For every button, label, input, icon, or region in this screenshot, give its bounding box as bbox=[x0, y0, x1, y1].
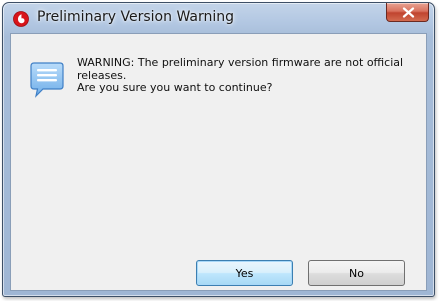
message-line: Are you sure you want to continue? bbox=[77, 81, 273, 94]
dialog-content: WARNING: The preliminary version firmwar… bbox=[10, 33, 427, 291]
yes-button[interactable]: Yes bbox=[196, 260, 293, 286]
dialog-window: Preliminary Version Warning WARNING: The… bbox=[2, 2, 435, 297]
message-line: WARNING: The preliminary version firmwar… bbox=[77, 56, 404, 69]
no-button[interactable]: No bbox=[308, 260, 405, 286]
warning-message: WARNING: The preliminary version firmwar… bbox=[77, 56, 413, 95]
message-icon bbox=[29, 60, 65, 100]
window-title: Preliminary Version Warning bbox=[37, 9, 234, 25]
close-icon bbox=[402, 7, 415, 18]
app-icon bbox=[13, 11, 29, 27]
title-bar[interactable]: Preliminary Version Warning bbox=[3, 3, 434, 33]
close-button[interactable] bbox=[386, 3, 429, 22]
